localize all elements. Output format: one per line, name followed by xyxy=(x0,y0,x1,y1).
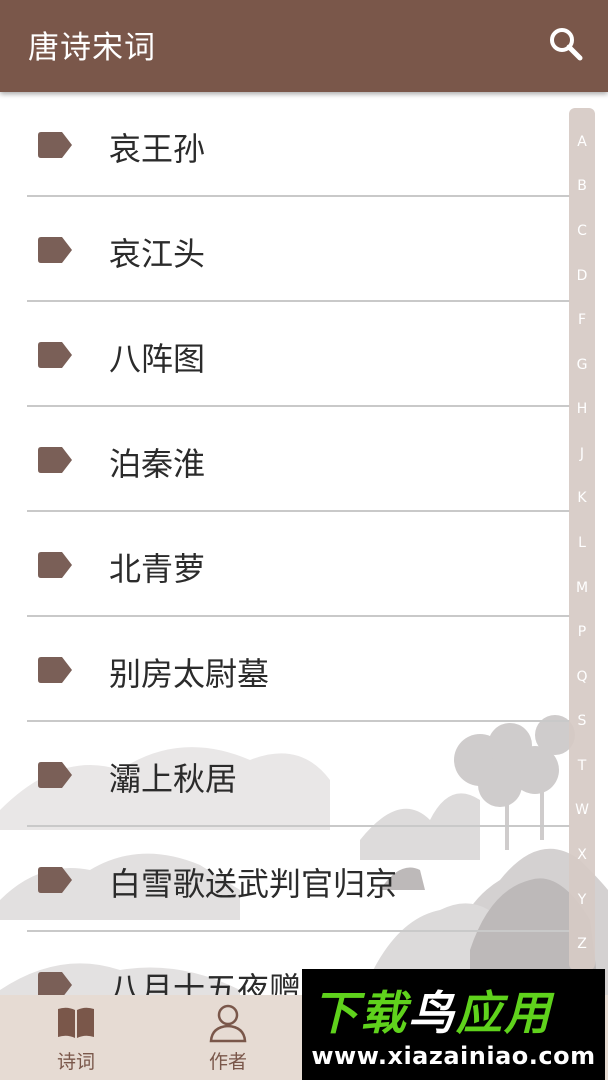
tag-icon xyxy=(38,132,72,158)
tag-icon xyxy=(38,447,72,473)
watermark-url: www.xiazainiao.com xyxy=(311,1042,596,1070)
tag-icon xyxy=(38,762,72,788)
search-icon xyxy=(550,28,583,61)
poem-title: 泊秦淮 xyxy=(109,445,206,483)
poem-title: 灞上秋居 xyxy=(109,760,238,798)
index-letter[interactable]: J xyxy=(569,446,595,462)
index-letter[interactable]: Y xyxy=(569,892,595,908)
index-letter[interactable]: Q xyxy=(569,669,595,685)
list-item[interactable]: 北青萝 xyxy=(0,512,570,617)
poem-title: 北青萝 xyxy=(109,550,206,588)
tab-label: 诗词 xyxy=(56,1051,95,1073)
watermark-banner: 下载鸟应用 www.xiazainiao.com xyxy=(302,969,605,1080)
tab-authors[interactable]: 作者 xyxy=(173,995,283,1080)
poem-title: 别房太尉墓 xyxy=(109,655,270,693)
tab-label: 作者 xyxy=(208,1051,247,1073)
book-icon xyxy=(58,1007,94,1038)
index-letter[interactable]: A xyxy=(569,134,595,150)
list-item[interactable]: 灞上秋居 xyxy=(0,722,570,827)
index-letter[interactable]: C xyxy=(569,223,595,239)
tag-icon xyxy=(38,342,72,368)
index-letter[interactable]: K xyxy=(569,490,595,506)
alphabet-index-bar[interactable]: A B C D F G H J K L M P Q S T W X Y Z xyxy=(569,108,595,970)
search-button[interactable] xyxy=(544,22,590,68)
watermark-logo: 下载鸟应用 xyxy=(312,977,552,1043)
poem-title: 哀江头 xyxy=(109,235,206,273)
list-item[interactable]: 哀王孙 xyxy=(0,92,570,197)
app-title: 唐诗宋词 xyxy=(28,30,156,66)
tag-icon xyxy=(38,657,72,683)
index-letter[interactable]: Z xyxy=(569,936,595,952)
app-screen: 唐诗宋词 哀王孙 哀江头 八阵图 泊秦淮 北青萝 别房太尉墓 灞上秋居 白雪歌送… xyxy=(0,0,608,1080)
poem-title: 哀王孙 xyxy=(109,130,206,168)
index-letter[interactable]: F xyxy=(569,312,595,328)
index-letter[interactable]: L xyxy=(569,535,595,551)
index-letter[interactable]: H xyxy=(569,401,595,417)
watermark-logo-part: 下载 xyxy=(312,986,408,1040)
poem-title: 八阵图 xyxy=(109,340,206,378)
index-letter[interactable]: M xyxy=(569,580,595,596)
poem-title: 白雪歌送武判官归京 xyxy=(109,865,398,903)
index-letter[interactable]: S xyxy=(569,713,595,729)
person-icon xyxy=(209,1004,247,1043)
index-letter[interactable]: T xyxy=(569,758,595,774)
list-item[interactable]: 泊秦淮 xyxy=(0,407,570,512)
index-letter[interactable]: B xyxy=(569,178,595,194)
poem-list: 哀王孙 哀江头 八阵图 泊秦淮 北青萝 别房太尉墓 灞上秋居 白雪歌送武判官归京… xyxy=(0,92,570,1037)
index-letter[interactable]: D xyxy=(569,268,595,284)
index-letter[interactable]: X xyxy=(569,847,595,863)
tag-icon xyxy=(38,237,72,263)
index-letter[interactable]: P xyxy=(569,624,595,640)
list-item[interactable]: 哀江头 xyxy=(0,197,570,302)
watermark-logo-part: 应用 xyxy=(456,986,552,1040)
list-item[interactable]: 八阵图 xyxy=(0,302,570,407)
list-item[interactable]: 白雪歌送武判官归京 xyxy=(0,827,570,932)
watermark-logo-part: 鸟 xyxy=(408,986,456,1040)
index-letter[interactable]: G xyxy=(569,357,595,373)
tag-icon xyxy=(38,867,72,893)
tab-poems[interactable]: 诗词 xyxy=(21,995,131,1080)
app-bar: 唐诗宋词 xyxy=(0,0,608,92)
tag-icon xyxy=(38,552,72,578)
list-item[interactable]: 别房太尉墓 xyxy=(0,617,570,722)
index-letter[interactable]: W xyxy=(569,802,595,818)
